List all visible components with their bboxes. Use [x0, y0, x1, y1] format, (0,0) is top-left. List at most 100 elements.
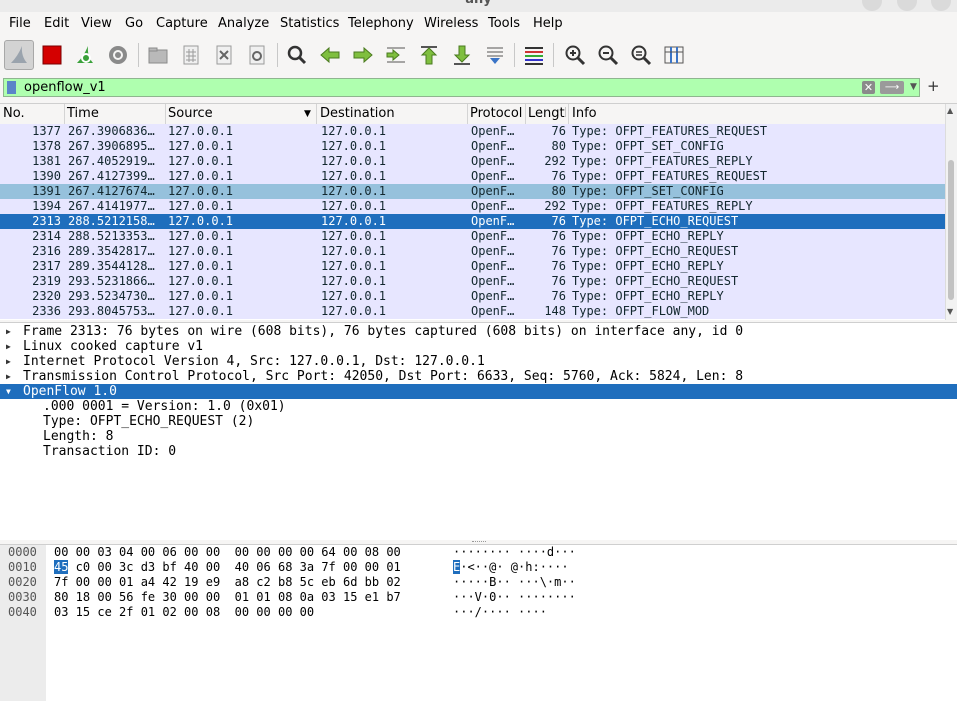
- resize-columns-button[interactable]: [659, 40, 689, 70]
- column-header-destination[interactable]: Destination: [320, 106, 395, 121]
- restart-capture-button[interactable]: [70, 40, 100, 70]
- packet-row[interactable]: 2314 288.5213353… 127.0.0.1 127.0.0.1 OpenF……: [0, 229, 945, 244]
- packet-list-scrollbar[interactable]: ▲ ▼: [945, 104, 957, 320]
- detail-openflow-type[interactable]: Type: OFPT_ECHO_REQUEST (2): [0, 414, 957, 429]
- scroll-down-icon[interactable]: ▼: [947, 307, 953, 316]
- packet-row[interactable]: 2320 293.5234730… 127.0.0.1 127.0.0.1 OpenF……: [0, 289, 945, 304]
- packet-row[interactable]: 2336 293.8045753… 127.0.0.1 127.0.0.1 OpenF……: [0, 304, 945, 319]
- restart-fin-icon: [77, 46, 93, 63]
- packet-cell-no: 2316: [32, 244, 61, 258]
- first-packet-button[interactable]: [414, 40, 444, 70]
- column-header-no[interactable]: No.: [3, 106, 25, 121]
- column-divider[interactable]: [165, 104, 166, 124]
- expand-arrow-icon[interactable]: ▶: [6, 339, 11, 354]
- menu-analyze[interactable]: Analyze: [218, 16, 269, 31]
- column-divider[interactable]: [64, 104, 65, 124]
- last-packet-button[interactable]: [447, 40, 477, 70]
- bytes-row[interactable]: 0020 7f 00 00 01 a4 42 19 e9 a8 c2 b8 5c…: [0, 575, 957, 590]
- maximize-button[interactable]: [897, 0, 917, 11]
- packet-row[interactable]: 1378 267.3906895… 127.0.0.1 127.0.0.1 OpenF……: [0, 139, 945, 154]
- packet-cell-no: 2336: [32, 304, 61, 318]
- save-file-button[interactable]: [176, 40, 206, 70]
- menu-statistics[interactable]: Statistics: [280, 16, 339, 31]
- bytes-row[interactable]: 0040 03 15 ce 2f 01 02 00 08 00 00 00 00…: [0, 605, 957, 620]
- find-packet-button[interactable]: [282, 40, 312, 70]
- zoom-in-button[interactable]: [560, 40, 590, 70]
- packet-rows: 1377 267.3906836… 127.0.0.1 127.0.0.1 OpenF……: [0, 124, 945, 319]
- close-file-button[interactable]: [209, 40, 239, 70]
- detail-openflow-version[interactable]: .000 0001 = Version: 1.0 (0x01): [0, 399, 957, 414]
- expand-arrow-icon[interactable]: ▶: [6, 324, 11, 339]
- zoom-out-button[interactable]: [593, 40, 623, 70]
- goto-arrow-icon: [386, 47, 405, 63]
- detail-openflow-xid[interactable]: Transaction ID: 0: [0, 444, 957, 459]
- menu-view[interactable]: View: [81, 16, 112, 31]
- go-back-button[interactable]: [315, 40, 345, 70]
- menu-tools[interactable]: Tools: [488, 16, 520, 31]
- bookmark-icon[interactable]: [7, 81, 16, 94]
- bytes-row[interactable]: 0010 45 c0 00 3c d3 bf 40 00 40 06 68 3a…: [0, 560, 957, 575]
- expand-arrow-icon[interactable]: ▶: [6, 369, 11, 384]
- column-divider[interactable]: [525, 104, 526, 124]
- column-header-protocol[interactable]: Protocol: [470, 106, 522, 121]
- column-divider[interactable]: [568, 104, 569, 124]
- column-divider[interactable]: [467, 104, 468, 124]
- expand-arrow-icon[interactable]: ▶: [6, 354, 11, 369]
- packet-row[interactable]: 1381 267.4052919… 127.0.0.1 127.0.0.1 OpenF……: [0, 154, 945, 169]
- column-divider[interactable]: [316, 104, 317, 124]
- display-filter-input[interactable]: [24, 80, 844, 95]
- packet-row[interactable]: 2313 288.5212158… 127.0.0.1 127.0.0.1 OpenF……: [0, 214, 945, 229]
- close-window-button[interactable]: [931, 0, 951, 11]
- add-filter-button[interactable]: +: [927, 77, 940, 95]
- detail-frame[interactable]: ▶ Frame 2313: 76 bytes on wire (608 bits…: [0, 324, 957, 339]
- packet-row[interactable]: 1391 267.4127674… 127.0.0.1 127.0.0.1 OpenF……: [0, 184, 945, 199]
- minimize-button[interactable]: [862, 0, 882, 11]
- menu-telephony[interactable]: Telephony: [348, 16, 414, 31]
- detail-openflow[interactable]: ▼ OpenFlow 1.0: [0, 384, 957, 399]
- scrollbar-thumb[interactable]: [948, 160, 954, 300]
- packet-row[interactable]: 2319 293.5231866… 127.0.0.1 127.0.0.1 OpenF……: [0, 274, 945, 289]
- start-capture-button[interactable]: [4, 40, 34, 70]
- collapse-arrow-icon[interactable]: ▼: [6, 384, 11, 399]
- menu-go[interactable]: Go: [125, 16, 143, 31]
- column-header-info[interactable]: Info: [572, 106, 597, 121]
- packet-row[interactable]: 1377 267.3906836… 127.0.0.1 127.0.0.1 OpenF……: [0, 124, 945, 139]
- selected-byte[interactable]: 45: [54, 560, 69, 574]
- filter-history-dropdown-icon[interactable]: ▼: [910, 82, 917, 92]
- menu-help[interactable]: Help: [533, 16, 563, 31]
- clear-filter-icon[interactable]: ✕: [862, 81, 875, 94]
- menu-edit[interactable]: Edit: [44, 16, 69, 31]
- go-forward-button[interactable]: [348, 40, 378, 70]
- bytes-row[interactable]: 0030 80 18 00 56 fe 30 00 00 01 01 08 0a…: [0, 590, 957, 605]
- zoom-normal-button[interactable]: [626, 40, 656, 70]
- packet-cell-len: 76: [551, 229, 566, 243]
- packet-cell-proto: OpenF…: [471, 289, 515, 303]
- menu-file[interactable]: File: [9, 16, 31, 31]
- detail-tcp[interactable]: ▶ Transmission Control Protocol, Src Por…: [0, 369, 957, 384]
- stop-capture-button[interactable]: [37, 40, 67, 70]
- detail-linux-cooked[interactable]: ▶ Linux cooked capture v1: [0, 339, 957, 354]
- menu-wireless[interactable]: Wireless: [424, 16, 478, 31]
- go-to-packet-button[interactable]: [381, 40, 411, 70]
- colorize-button[interactable]: [519, 40, 549, 70]
- autoscroll-button[interactable]: [480, 40, 510, 70]
- menu-capture[interactable]: Capture: [156, 16, 208, 31]
- capture-options-button[interactable]: [103, 40, 133, 70]
- open-file-button[interactable]: [143, 40, 173, 70]
- packet-row[interactable]: 2316 289.3542817… 127.0.0.1 127.0.0.1 OpenF……: [0, 244, 945, 259]
- reload-file-button[interactable]: [242, 40, 272, 70]
- scroll-up-icon[interactable]: ▲: [947, 106, 953, 115]
- packet-row[interactable]: 2317 289.3544128… 127.0.0.1 127.0.0.1 OpenF……: [0, 259, 945, 274]
- bytes-row[interactable]: 0000 00 00 03 04 00 06 00 00 00 00 00 00…: [0, 545, 957, 560]
- packet-row[interactable]: 1390 267.4127399… 127.0.0.1 127.0.0.1 OpenF……: [0, 169, 945, 184]
- packet-cell-no: 1378: [32, 139, 61, 153]
- detail-openflow-length[interactable]: Length: 8: [0, 429, 957, 444]
- packet-cell-proto: OpenF…: [471, 139, 515, 153]
- zoom-reset-icon: [631, 45, 652, 66]
- apply-filter-icon[interactable]: ⟶: [880, 81, 904, 94]
- detail-ipv4[interactable]: ▶ Internet Protocol Version 4, Src: 127.…: [0, 354, 957, 369]
- column-header-source[interactable]: Source: [168, 106, 213, 121]
- column-header-time[interactable]: Time: [67, 106, 99, 121]
- column-header-length[interactable]: Length: [528, 106, 566, 121]
- packet-row[interactable]: 1394 267.4141977… 127.0.0.1 127.0.0.1 OpenF……: [0, 199, 945, 214]
